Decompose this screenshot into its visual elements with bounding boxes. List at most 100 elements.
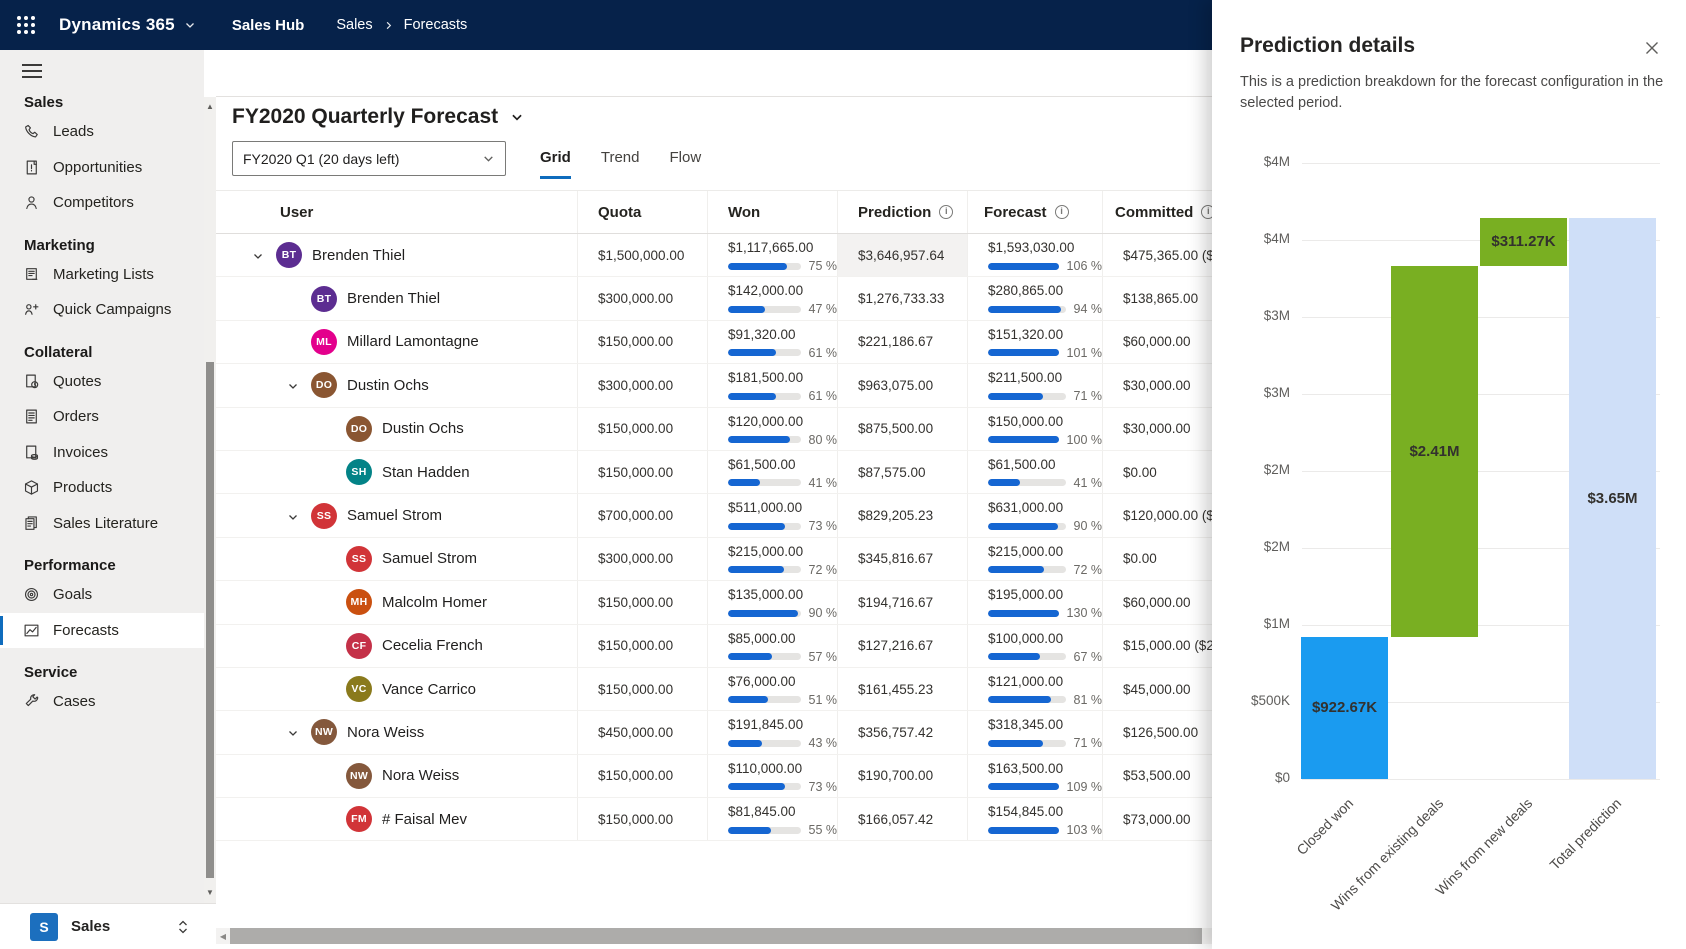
column-header-forecast[interactable]: Forecasti — [967, 191, 1102, 233]
chart-bar-total-prediction[interactable]: $3.65M — [1569, 218, 1656, 779]
won-cell: $81,845.0055 % — [707, 798, 837, 840]
table-row[interactable]: NWNora Weiss$450,000.00$191,845.0043 %$3… — [216, 711, 1212, 754]
avatar: NW — [346, 763, 372, 789]
tab-trend[interactable]: Trend — [601, 149, 640, 179]
column-header-user[interactable]: User — [216, 191, 577, 233]
row-expand-caret-icon[interactable] — [287, 726, 299, 738]
scroll-left-icon[interactable]: ◀ — [216, 932, 230, 941]
prediction-value: $87,575.00 — [838, 451, 967, 493]
progress-track — [728, 696, 801, 703]
progress-row: 94 % — [988, 302, 1102, 316]
table-row[interactable]: FM# Faisal Mev$150,000.00$81,845.0055 %$… — [216, 798, 1212, 841]
amount-with-progress: $81,845.0055 % — [708, 798, 837, 837]
progress-track — [728, 610, 801, 617]
table-row[interactable]: SHStan Hadden$150,000.00$61,500.0041 %$8… — [216, 451, 1212, 494]
sidebar-scrollbar[interactable]: ▲ ▼ — [204, 97, 216, 903]
sidebar-item-competitors[interactable]: Competitors — [0, 185, 204, 221]
table-row[interactable]: CFCecelia French$150,000.00$85,000.0057 … — [216, 625, 1212, 668]
committed-value: $475,365.00 ($4 — [1103, 234, 1212, 276]
tab-grid[interactable]: Grid — [540, 149, 571, 179]
info-icon[interactable]: i — [939, 205, 953, 219]
row-expand-caret-icon[interactable] — [287, 510, 299, 522]
prediction-cell: $345,816.67 — [837, 538, 967, 580]
table-row[interactable]: DODustin Ochs$300,000.00$181,500.0061 %$… — [216, 364, 1212, 407]
sidebar-scrollbar-thumb[interactable] — [206, 362, 214, 878]
row-expand-caret-icon[interactable] — [252, 249, 264, 261]
column-header-prediction[interactable]: Predictioni — [837, 191, 967, 233]
amount-with-progress: $85,000.0057 % — [708, 625, 837, 664]
document-alert-icon — [22, 158, 40, 176]
x-axis-category-label: Total prediction — [1492, 795, 1624, 927]
table-row[interactable]: MLMillard Lamontagne$150,000.00$91,320.0… — [216, 321, 1212, 364]
grid-header-row: UserQuotaWonPredictioniForecastiCommitte… — [216, 190, 1212, 234]
table-row[interactable]: MHMalcolm Homer$150,000.00$135,000.0090 … — [216, 581, 1212, 624]
close-icon[interactable] — [1644, 40, 1662, 58]
user-name: Nora Weiss — [347, 711, 424, 753]
sidebar-item-leads[interactable]: Leads — [0, 114, 204, 150]
committed-cell: $45,000.00 — [1102, 668, 1212, 710]
breadcrumb-forecasts[interactable]: Forecasts — [404, 17, 468, 33]
column-header-won[interactable]: Won — [707, 191, 837, 233]
horizontal-scrollbar[interactable]: ◀ — [216, 928, 1212, 944]
sidebar-item-quotes[interactable]: Quotes — [0, 364, 204, 400]
amount-value: $191,845.00 — [728, 717, 837, 732]
prediction-cell: $190,700.00 — [837, 755, 967, 797]
committed-value: $15,000.00 ($20 — [1103, 625, 1212, 667]
row-expand-caret-icon[interactable] — [287, 379, 299, 391]
sidebar-item-cases[interactable]: Cases — [0, 684, 204, 720]
sidebar-item-marketing-lists[interactable]: Marketing Lists — [0, 257, 204, 293]
horizontal-scrollbar-thumb[interactable] — [230, 928, 1202, 944]
sidebar-item-products[interactable]: Products — [0, 470, 204, 506]
table-row[interactable]: SSSamuel Strom$700,000.00$511,000.0073 %… — [216, 494, 1212, 537]
hamburger-menu-icon[interactable] — [22, 64, 42, 78]
progress-percent: 57 % — [809, 650, 838, 664]
table-row[interactable]: BTBrenden Thiel$300,000.00$142,000.0047 … — [216, 277, 1212, 320]
committed-value: $0.00 — [1103, 538, 1212, 580]
sidebar-item-orders[interactable]: Orders — [0, 399, 204, 435]
committed-value: $53,500.00 — [1103, 755, 1212, 797]
info-icon[interactable]: i — [1055, 205, 1069, 219]
progress-row: 90 % — [988, 519, 1102, 533]
sidebar-item-quick-campaigns[interactable]: Quick Campaigns — [0, 292, 204, 328]
area-switcher[interactable]: S Sales — [0, 903, 216, 949]
prediction-value: $875,500.00 — [838, 408, 967, 450]
sidebar-item-goals[interactable]: Goals — [0, 577, 204, 613]
table-row[interactable]: BTBrenden Thiel$1,500,000.00$1,117,665.0… — [216, 234, 1212, 277]
sidebar-item-invoices[interactable]: Invoices — [0, 435, 204, 471]
user-cell: BTBrenden Thiel — [216, 277, 577, 319]
hub-title[interactable]: Sales Hub — [232, 17, 305, 34]
chart-bar-closed-won[interactable]: $922.67K — [1301, 637, 1388, 779]
chart-bar-wins-from-existing-deals[interactable]: $2.41M — [1391, 266, 1478, 637]
column-header-committed[interactable]: Committedi — [1102, 191, 1212, 233]
sidebar-item-forecasts[interactable]: Forecasts — [0, 613, 204, 649]
forecast-cell: $100,000.0067 % — [967, 625, 1102, 667]
chart-gridline — [1302, 471, 1660, 472]
progress-track — [988, 610, 1059, 617]
table-row[interactable]: NWNora Weiss$150,000.00$110,000.0073 %$1… — [216, 755, 1212, 798]
column-header-quota[interactable]: Quota — [577, 191, 707, 233]
sidebar-item-sales-literature[interactable]: Sales Literature — [0, 506, 204, 542]
scroll-up-icon[interactable]: ▲ — [204, 101, 216, 113]
table-row[interactable]: DODustin Ochs$150,000.00$120,000.0080 %$… — [216, 408, 1212, 451]
chart-bar-value-label: $3.65M — [1569, 490, 1656, 507]
amount-with-progress: $318,345.0071 % — [968, 711, 1102, 750]
progress-track — [988, 479, 1066, 486]
sidebar-item-opportunities[interactable]: Opportunities — [0, 150, 204, 186]
chart-bar-value-label: $2.41M — [1391, 443, 1478, 460]
amount-value: $163,500.00 — [988, 761, 1102, 776]
prediction-value: $166,057.42 — [838, 798, 967, 840]
period-dropdown[interactable]: FY2020 Q1 (20 days left) — [232, 141, 506, 176]
scroll-down-icon[interactable]: ▼ — [204, 887, 216, 899]
progress-percent: 51 % — [809, 693, 838, 707]
area-switch-chevrons-icon[interactable] — [176, 919, 190, 935]
chart-bar-wins-from-new-deals[interactable]: $311.27K — [1480, 218, 1567, 266]
waffle-icon[interactable] — [17, 16, 35, 34]
chevron-down-icon[interactable] — [184, 19, 196, 31]
table-row[interactable]: SSSamuel Strom$300,000.00$215,000.0072 %… — [216, 538, 1212, 581]
forecast-title[interactable]: FY2020 Quarterly Forecast — [232, 105, 524, 129]
table-row[interactable]: VCVance Carrico$150,000.00$76,000.0051 %… — [216, 668, 1212, 711]
breadcrumb-sales[interactable]: Sales — [336, 17, 372, 33]
tab-flow[interactable]: Flow — [669, 149, 701, 179]
app-title[interactable]: Dynamics 365 — [59, 15, 175, 35]
sidebar-item-label: Opportunities — [53, 159, 142, 176]
